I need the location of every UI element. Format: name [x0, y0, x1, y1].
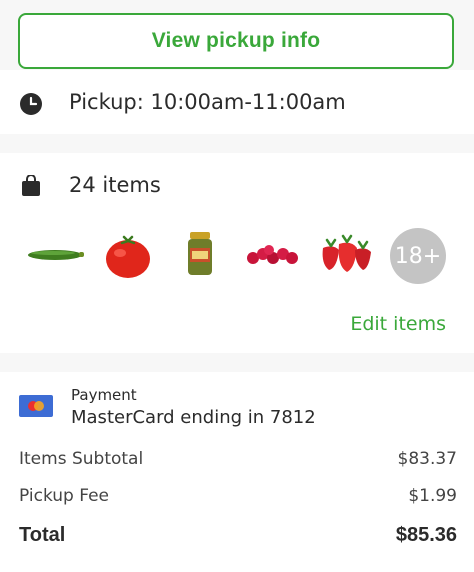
clock-icon — [20, 93, 42, 115]
more-items-badge[interactable]: 18+ — [390, 228, 446, 284]
payment-card-text[interactable]: MasterCard ending in 7812 — [71, 407, 316, 428]
view-pickup-info-button[interactable]: View pickup info — [18, 13, 454, 69]
shopping-bag-icon — [22, 175, 40, 196]
subtotal-label: Items Subtotal — [19, 449, 144, 469]
section-divider — [0, 134, 474, 153]
strawberries-thumbnail[interactable] — [317, 234, 373, 274]
pickle-jar-thumbnail[interactable] — [186, 232, 214, 276]
pickup-fee-label: Pickup Fee — [19, 486, 110, 506]
total-label: Total — [19, 524, 66, 546]
tomato-thumbnail[interactable] — [104, 233, 152, 279]
raspberries-thumbnail[interactable] — [245, 244, 301, 268]
subtotal-value: $83.37 — [397, 449, 457, 469]
mastercard-icon — [19, 395, 53, 417]
pickup-time-label: Pickup: 10:00am-11:00am — [69, 90, 346, 114]
pickup-fee-value: $1.99 — [408, 486, 457, 506]
edit-items-link[interactable]: Edit items — [350, 313, 446, 335]
section-divider — [0, 353, 474, 372]
payment-label: Payment — [71, 386, 137, 404]
cucumber-thumbnail[interactable] — [25, 240, 85, 270]
total-value: $85.36 — [395, 524, 457, 546]
item-count: 24 items — [69, 173, 161, 197]
